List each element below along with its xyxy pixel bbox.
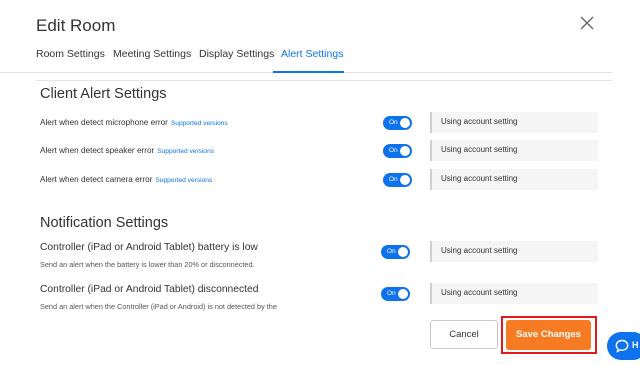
account-setting-label: Using account setting xyxy=(441,288,518,297)
dialog-title: Edit Room xyxy=(36,16,116,35)
supported-versions-link[interactable]: Supported versions xyxy=(157,148,214,155)
account-setting-status: Using account setting xyxy=(430,241,598,262)
tab-meeting-settings[interactable]: Meeting Settings xyxy=(113,48,191,72)
microphone-alert-label: Alert when detect microphone error xyxy=(40,118,168,127)
microphone-alert-toggle[interactable]: On xyxy=(383,116,412,130)
toggle-knob xyxy=(400,118,410,128)
account-setting-status: Using account setting xyxy=(430,112,598,133)
account-setting-label: Using account setting xyxy=(441,145,518,154)
controller-disconnected-toggle[interactable]: On xyxy=(381,287,410,301)
camera-alert-toggle[interactable]: On xyxy=(383,173,412,187)
toggle-state-label: On xyxy=(387,248,396,255)
toggle-knob xyxy=(400,175,410,185)
speaker-alert-label: Alert when detect speaker error xyxy=(40,146,155,155)
content-divider xyxy=(36,80,612,81)
toggle-knob xyxy=(398,247,408,257)
camera-alert-label: Alert when detect camera error xyxy=(40,175,153,184)
battery-low-description: Send an alert when the battery is lower … xyxy=(40,260,255,269)
settings-tabs: Room Settings Meeting Settings Display S… xyxy=(0,48,612,73)
help-widget-button[interactable]: H xyxy=(607,332,640,360)
cancel-button[interactable]: Cancel xyxy=(430,320,498,349)
toggle-state-label: On xyxy=(389,176,398,183)
camera-alert-row: Alert when detect camera error Supported … xyxy=(40,175,212,184)
supported-versions-link[interactable]: Supported versions xyxy=(171,120,228,127)
controller-disconnected-label: Controller (iPad or Android Tablet) disc… xyxy=(40,284,259,295)
tab-room-settings[interactable]: Room Settings xyxy=(36,48,105,72)
toggle-knob xyxy=(398,289,408,299)
help-widget-label: H xyxy=(632,340,639,350)
account-setting-status: Using account setting xyxy=(430,169,598,190)
close-icon[interactable] xyxy=(578,14,596,32)
speaker-alert-row: Alert when detect speaker error Supported… xyxy=(40,146,214,155)
account-setting-status: Using account setting xyxy=(430,140,598,161)
notification-settings-title: Notification Settings xyxy=(40,215,169,231)
account-setting-label: Using account setting xyxy=(441,174,518,183)
controller-disconnected-description: Send an alert when the Controller (iPad … xyxy=(40,302,277,311)
client-alert-settings-title: Client Alert Settings xyxy=(40,86,167,102)
battery-low-toggle[interactable]: On xyxy=(381,245,410,259)
toggle-state-label: On xyxy=(389,147,398,154)
chat-bubble-icon xyxy=(615,339,629,353)
toggle-state-label: On xyxy=(387,290,396,297)
tab-display-settings[interactable]: Display Settings xyxy=(199,48,274,72)
speaker-alert-toggle[interactable]: On xyxy=(383,144,412,158)
battery-low-label: Controller (iPad or Android Tablet) batt… xyxy=(40,242,258,253)
tab-alert-settings[interactable]: Alert Settings xyxy=(273,48,344,73)
microphone-alert-row: Alert when detect microphone error Suppor… xyxy=(40,118,228,127)
toggle-state-label: On xyxy=(389,119,398,126)
account-setting-label: Using account setting xyxy=(441,117,518,126)
supported-versions-link[interactable]: Supported versions xyxy=(155,177,212,184)
save-changes-button[interactable]: Save Changes xyxy=(506,320,591,350)
account-setting-label: Using account setting xyxy=(441,246,518,255)
account-setting-status: Using account setting xyxy=(430,283,598,304)
toggle-knob xyxy=(400,146,410,156)
